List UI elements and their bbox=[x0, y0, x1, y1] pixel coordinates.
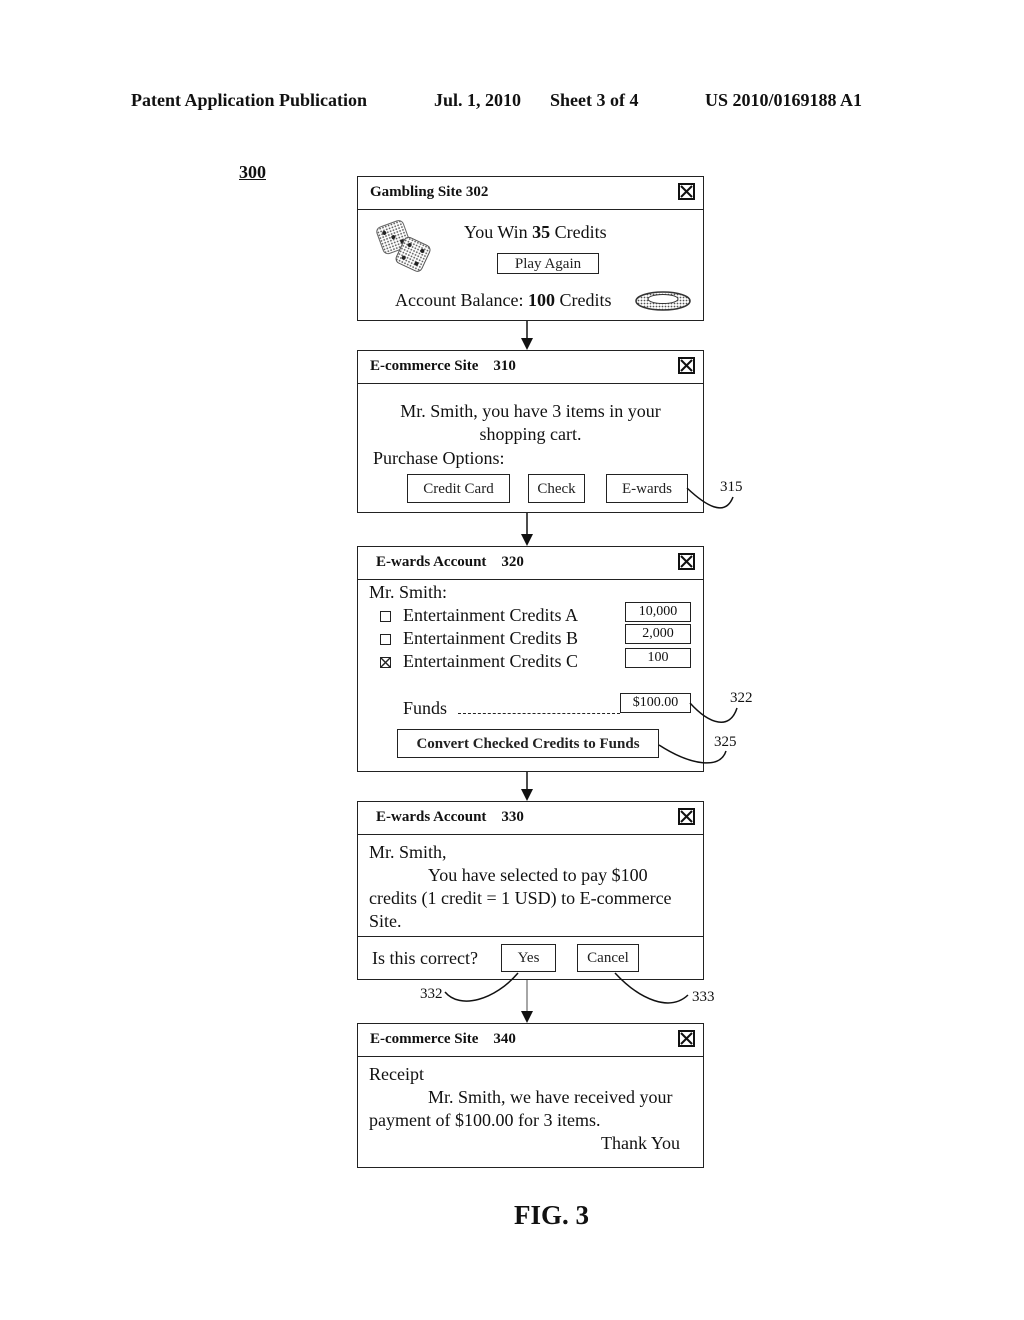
callout-322: 322 bbox=[730, 690, 753, 706]
patent-number: US 2010/0169188 A1 bbox=[705, 90, 863, 110]
arrowhead-310 bbox=[521, 338, 533, 350]
close-icon[interactable] bbox=[678, 553, 695, 570]
confirm-line-3: credits (1 credit = 1 USD) to E-commerce bbox=[369, 888, 672, 908]
publication-date: Jul. 1, 2010 bbox=[434, 90, 522, 110]
checked-icon bbox=[381, 658, 390, 667]
credits-a-label: Entertainment Credits A bbox=[403, 605, 578, 625]
publication-label: Patent Application Publication bbox=[131, 90, 368, 110]
window-title: E-commerce Site 340 bbox=[370, 1031, 516, 1047]
credit-card-button[interactable]: Credit Card bbox=[407, 474, 510, 503]
close-icon[interactable] bbox=[678, 1030, 695, 1047]
win-message: You Win 35 Credits bbox=[464, 222, 607, 243]
callout-315: 315 bbox=[720, 479, 743, 495]
receipt-line-2: payment of $100.00 for 3 items. bbox=[369, 1110, 601, 1130]
funds-value: $100.00 bbox=[620, 693, 691, 713]
arrowhead-340 bbox=[521, 1011, 533, 1023]
win-prefix: You Win bbox=[464, 222, 533, 242]
greeting: Mr. Smith: bbox=[369, 582, 448, 602]
confirm-line-1: Mr. Smith, bbox=[369, 842, 447, 862]
win-amount: 35 bbox=[532, 222, 551, 242]
window-title: E-wards Account 330 bbox=[376, 809, 524, 825]
ecommerce-site-window: E-commerce Site 310 Mr. Smith, you have … bbox=[357, 350, 704, 513]
casino-chip-icon bbox=[635, 291, 691, 311]
balance-amount: 100 bbox=[527, 290, 555, 310]
callout-333: 333 bbox=[692, 989, 715, 1005]
credits-a-checkbox[interactable] bbox=[380, 611, 391, 622]
title-bar: E-commerce Site 310 bbox=[358, 351, 703, 384]
figure-reference-label: 300 bbox=[239, 162, 266, 182]
win-suffix: Credits bbox=[550, 222, 607, 242]
credits-c-label: Entertainment Credits C bbox=[403, 651, 578, 671]
ewards-account-window: E-wards Account 320 Mr. Smith: Entertain… bbox=[357, 546, 704, 772]
credits-b-label: Entertainment Credits B bbox=[403, 628, 578, 648]
cart-message-line-2: shopping cart. bbox=[479, 424, 582, 444]
ewards-button[interactable]: E-wards bbox=[606, 474, 688, 503]
thank-you: Thank You bbox=[601, 1133, 681, 1153]
window-title: Gambling Site 302 bbox=[370, 184, 489, 200]
confirm-line-2: You have selected to pay $100 bbox=[428, 865, 648, 885]
dice-icon bbox=[376, 220, 431, 272]
callout-332: 332 bbox=[420, 986, 443, 1002]
check-button[interactable]: Check bbox=[528, 474, 585, 503]
window-title: E-commerce Site 310 bbox=[370, 358, 516, 374]
yes-button[interactable]: Yes bbox=[501, 944, 556, 972]
credits-c-value: 100 bbox=[625, 648, 691, 668]
credits-a-value: 10,000 bbox=[625, 602, 691, 622]
receipt-heading: Receipt bbox=[369, 1064, 424, 1084]
confirm-line-4: Site. bbox=[369, 911, 402, 931]
account-balance: Account Balance: 100 Credits bbox=[395, 290, 611, 311]
purchase-options-label: Purchase Options: bbox=[373, 448, 505, 468]
cancel-button[interactable]: Cancel bbox=[577, 944, 639, 972]
gambling-site-window: Gambling Site 302 You Win 35 Credits Pla… bbox=[357, 176, 704, 321]
sheet-number: Sheet 3 of 4 bbox=[550, 90, 639, 110]
close-icon[interactable] bbox=[678, 357, 695, 374]
balance-prefix: Account Balance: bbox=[395, 290, 528, 310]
ewards-confirmation-window: E-wards Account 330 Mr. Smith, You have … bbox=[357, 801, 704, 980]
divider bbox=[358, 936, 703, 937]
confirm-question: Is this correct? bbox=[372, 948, 478, 968]
title-bar: Gambling Site 302 bbox=[358, 177, 703, 210]
cart-message-line-1: Mr. Smith, you have 3 items in your bbox=[400, 401, 661, 421]
title-bar: E-wards Account 320 bbox=[358, 547, 703, 580]
arrowhead-330 bbox=[521, 789, 533, 801]
credits-b-checkbox[interactable] bbox=[380, 634, 391, 645]
credits-c-checkbox[interactable] bbox=[380, 657, 391, 668]
play-again-button[interactable]: Play Again bbox=[497, 253, 599, 274]
credits-b-value: 2,000 bbox=[625, 624, 691, 644]
arrowhead-320 bbox=[521, 534, 533, 546]
window-title: E-wards Account 320 bbox=[376, 554, 524, 570]
title-bar: E-wards Account 330 bbox=[358, 802, 703, 835]
balance-suffix: Credits bbox=[554, 290, 612, 310]
funds-leader-line bbox=[458, 713, 620, 714]
close-icon[interactable] bbox=[678, 183, 695, 200]
ecommerce-receipt-window: E-commerce Site 340 Receipt Mr. Smith, w… bbox=[357, 1023, 704, 1168]
funds-label: Funds bbox=[403, 698, 448, 718]
figure-caption: FIG. 3 bbox=[514, 1200, 590, 1230]
receipt-line-1: Mr. Smith, we have received your bbox=[428, 1087, 673, 1107]
convert-credits-button[interactable]: Convert Checked Credits to Funds bbox=[397, 729, 659, 758]
close-icon[interactable] bbox=[678, 808, 695, 825]
callout-325: 325 bbox=[714, 734, 737, 750]
title-bar: E-commerce Site 340 bbox=[358, 1024, 703, 1057]
